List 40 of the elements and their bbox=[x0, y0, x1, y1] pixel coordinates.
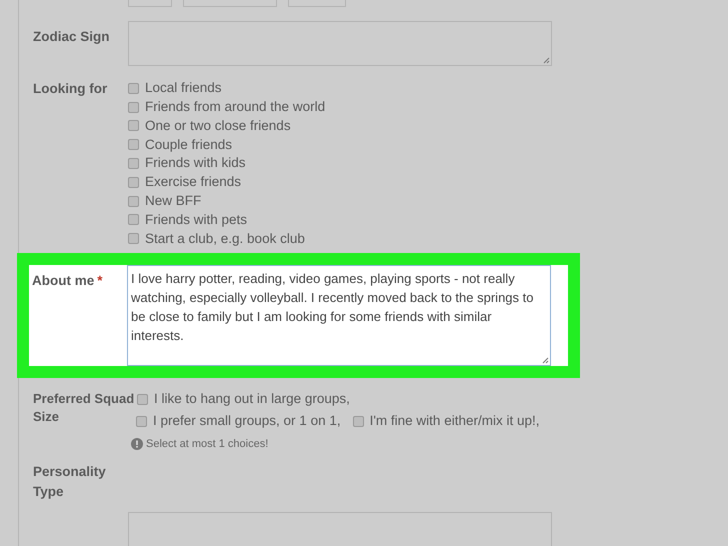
resize-grip-icon[interactable] bbox=[542, 56, 550, 64]
field-label: About me bbox=[32, 273, 94, 288]
hint-text: Select at most 1 choices! bbox=[146, 436, 268, 452]
checkbox[interactable] bbox=[128, 120, 139, 132]
text-area[interactable] bbox=[128, 21, 552, 66]
option-label: Local friends bbox=[145, 79, 222, 98]
text-area[interactable]: I love harry potter, reading, video games, playing sports - not really watching, especially volleyball. I recently moved back to the springs to be close to family but I am looking for some friends with similar interests. bbox=[127, 265, 551, 366]
option-label: Friends from around the world bbox=[145, 98, 326, 116]
option-label: I like to hang out in large groups, bbox=[154, 390, 350, 408]
option-label: Start a club, e.g. book club bbox=[145, 230, 305, 248]
checkbox[interactable] bbox=[128, 214, 139, 226]
option-label: New BFF bbox=[145, 192, 202, 210]
option-label: Friends with kids bbox=[145, 154, 246, 172]
field-label: Preferred Squad Size bbox=[33, 390, 136, 426]
checkbox[interactable] bbox=[128, 196, 139, 207]
resize-grip-icon[interactable] bbox=[541, 356, 549, 364]
checkbox[interactable] bbox=[352, 416, 364, 427]
input-field[interactable] bbox=[288, 0, 346, 7]
option-label: Friends with pets bbox=[145, 210, 248, 229]
checkbox[interactable] bbox=[128, 82, 139, 94]
input-field[interactable] bbox=[183, 0, 277, 7]
checkbox[interactable] bbox=[128, 233, 139, 244]
input-field[interactable] bbox=[128, 0, 172, 7]
field-label: Looking for bbox=[33, 80, 108, 98]
checkbox[interactable] bbox=[128, 102, 139, 113]
option-label: One or two close friends bbox=[145, 116, 291, 135]
checkbox[interactable] bbox=[128, 176, 139, 188]
field-label: Personality Type bbox=[33, 463, 107, 502]
option-label: Exercise friends bbox=[145, 173, 242, 192]
option-label: I'm fine with either/mix it up!, bbox=[370, 412, 540, 430]
checkbox[interactable] bbox=[128, 139, 139, 150]
text-area[interactable] bbox=[128, 512, 552, 546]
required-asterisk: * bbox=[97, 273, 103, 288]
option-label: I prefer small groups, or 1 on 1, bbox=[153, 412, 341, 430]
checkbox[interactable] bbox=[136, 416, 147, 427]
option-label: Couple friends bbox=[145, 136, 232, 154]
checkbox[interactable] bbox=[137, 394, 148, 406]
field-label: Zodiac Sign bbox=[33, 28, 111, 46]
alert-icon bbox=[131, 438, 143, 450]
checkbox[interactable] bbox=[128, 158, 139, 170]
